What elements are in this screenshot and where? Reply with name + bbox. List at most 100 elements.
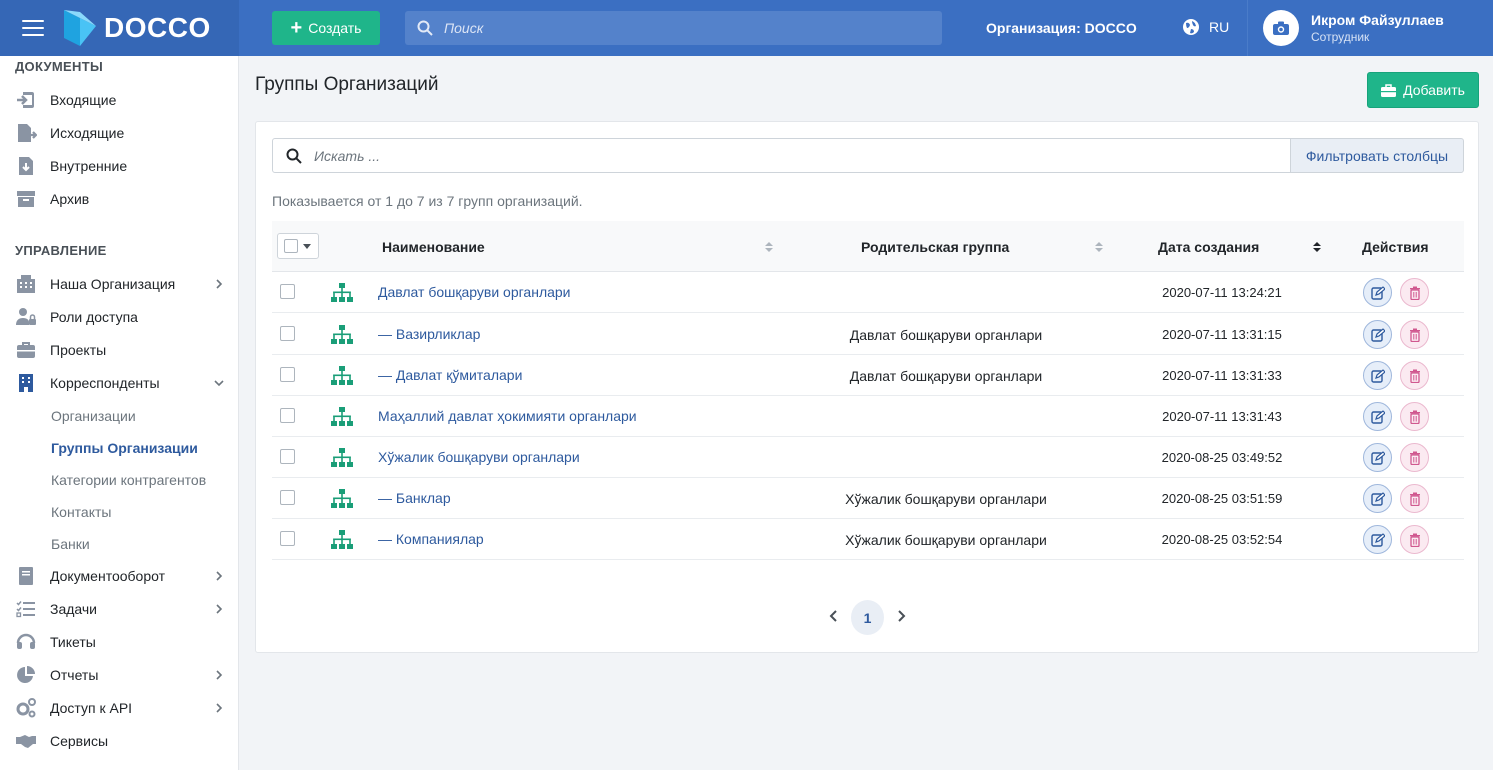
group-name-link[interactable]: Маҳаллий давлат ҳокимияти органлари <box>378 408 637 424</box>
sidebar-item-document-flow[interactable]: Документооборот <box>0 562 238 590</box>
sidebar-item-internal[interactable]: Внутренние <box>0 152 238 180</box>
edit-button[interactable] <box>1363 320 1392 349</box>
row-checkbox[interactable] <box>280 284 295 299</box>
group-name-link[interactable]: — Компаниялар <box>378 531 484 547</box>
trash-icon <box>1409 533 1420 547</box>
parent-group: Хўжалик бошқаруви органлари <box>845 532 1047 548</box>
logo[interactable]: DOCCO <box>62 8 211 48</box>
edit-button[interactable] <box>1363 525 1392 554</box>
group-name-link[interactable]: — Вазирликлар <box>378 326 480 342</box>
trash-icon <box>1409 451 1420 465</box>
avatar <box>1263 10 1299 46</box>
sidebar-subitem-contractor-categories[interactable]: Категории контрагентов <box>51 472 216 488</box>
file-out-icon <box>18 124 37 142</box>
trash-icon <box>1409 369 1420 383</box>
search-icon <box>286 148 302 164</box>
sidebar-subitem-organizations[interactable]: Организации <box>51 408 216 424</box>
sort-icon[interactable] <box>1095 241 1103 253</box>
sidebar-subitem-banks[interactable]: Банки <box>51 536 216 552</box>
results-summary: Показывается от 1 до 7 из 7 групп органи… <box>272 193 583 209</box>
sidebar-item-correspondents[interactable]: Корреспонденты <box>0 369 238 397</box>
sidebar-item-label: Входящие <box>50 92 117 108</box>
bulk-select-dropdown[interactable] <box>277 233 319 259</box>
sidebar-item-outgoing[interactable]: Исходящие <box>0 119 238 147</box>
row-checkbox[interactable] <box>280 490 295 505</box>
edit-button[interactable] <box>1363 361 1392 390</box>
edit-button[interactable] <box>1363 402 1392 431</box>
edit-button[interactable] <box>1363 443 1392 472</box>
sidebar-subitem-organization-groups[interactable]: Группы Организации <box>51 440 216 456</box>
sidebar-subitem-contacts[interactable]: Контакты <box>51 504 216 520</box>
sidebar-item-services[interactable]: Сервисы <box>0 727 238 755</box>
delete-button[interactable] <box>1400 484 1429 513</box>
sidebar-item-label: Задачи <box>50 601 98 617</box>
table-search <box>272 138 1291 173</box>
user-menu[interactable]: Икром Файзуллаев Сотрудник <box>1247 0 1493 56</box>
row-checkbox[interactable] <box>280 449 295 464</box>
delete-button[interactable] <box>1400 443 1429 472</box>
chevron-left-icon[interactable] <box>828 609 840 623</box>
add-button[interactable]: Добавить <box>1367 72 1479 108</box>
organization-label[interactable]: Организация: DOCCO <box>986 20 1137 36</box>
chevron-right-icon <box>216 279 223 289</box>
edit-icon <box>1370 285 1385 300</box>
delete-button[interactable] <box>1400 278 1429 307</box>
sidebar-item-tickets[interactable]: Тикеты <box>0 628 238 656</box>
row-checkbox[interactable] <box>280 367 295 382</box>
sidebar-item-label: Доступ к API <box>50 700 133 716</box>
sidebar-item-projects[interactable]: Проекты <box>0 336 238 364</box>
sidebar-item-label: Проекты <box>50 342 107 358</box>
table-row: — Давлат қўмиталари Давлат бошқаруви орга… <box>272 355 1464 396</box>
create-button[interactable]: + Создать <box>272 11 380 45</box>
row-checkbox[interactable] <box>280 408 295 423</box>
sidebar-item-reports[interactable]: Отчеты <box>0 661 238 689</box>
filter-columns-button[interactable]: Фильтровать столбцы <box>1290 138 1464 173</box>
group-name-link[interactable]: — Банклар <box>378 490 451 506</box>
edit-button[interactable] <box>1363 278 1392 307</box>
group-name-link[interactable]: — Давлат қўмиталари <box>378 367 522 383</box>
delete-button[interactable] <box>1400 320 1429 349</box>
tasks-icon <box>16 601 35 618</box>
sidebar-item-label: Тикеты <box>50 634 96 650</box>
hamburger-menu-icon[interactable] <box>22 20 44 36</box>
chevron-right-icon[interactable] <box>895 609 907 623</box>
table-row: Давлат бошқаруви органлари 2020-07-11 13:… <box>272 272 1464 313</box>
delete-button[interactable] <box>1400 361 1429 390</box>
trash-icon <box>1409 410 1420 424</box>
language-switcher[interactable]: RU <box>1182 18 1229 36</box>
building-icon <box>17 275 35 293</box>
sidebar-item-api-access[interactable]: Доступ к API <box>0 694 238 722</box>
group-name-link[interactable]: Хўжалик бошқаруви органлари <box>378 449 580 465</box>
sitemap-icon <box>331 448 353 467</box>
edit-button[interactable] <box>1363 484 1392 513</box>
cogs-icon <box>16 698 36 718</box>
sort-icon[interactable] <box>765 241 773 253</box>
page-button-current[interactable]: 1 <box>851 600 884 635</box>
sidebar-item-label: Наша Организация <box>50 276 176 292</box>
brand-area: DOCCO <box>0 0 239 56</box>
delete-button[interactable] <box>1400 525 1429 554</box>
user-role: Сотрудник <box>1311 30 1370 44</box>
sidebar: ДОКУМЕНТЫ Входящие Исходящие Внутренние … <box>0 56 239 770</box>
column-header-created[interactable]: Дата создания <box>1158 239 1259 255</box>
global-search <box>405 11 942 45</box>
user-name: Икром Файзуллаев <box>1311 12 1444 28</box>
edit-icon <box>1370 532 1385 547</box>
column-header-parent[interactable]: Родительская группа <box>861 239 1009 255</box>
sidebar-item-our-organization[interactable]: Наша Организация <box>0 270 238 298</box>
sidebar-item-archive[interactable]: Архив <box>0 185 238 213</box>
sidebar-item-tasks[interactable]: Задачи <box>0 595 238 623</box>
sidebar-item-access-roles[interactable]: Роли доступа <box>0 303 238 331</box>
column-header-actions: Действия <box>1362 239 1429 255</box>
delete-button[interactable] <box>1400 402 1429 431</box>
global-search-input[interactable] <box>444 20 924 36</box>
row-checkbox[interactable] <box>280 326 295 341</box>
row-checkbox[interactable] <box>280 531 295 546</box>
sort-icon-active[interactable] <box>1313 241 1321 253</box>
sidebar-item-incoming[interactable]: Входящие <box>0 86 238 114</box>
trash-icon <box>1409 286 1420 300</box>
column-header-name[interactable]: Наименование <box>382 239 485 255</box>
select-all-checkbox[interactable] <box>284 239 298 253</box>
table-search-input[interactable] <box>314 147 1264 164</box>
group-name-link[interactable]: Давлат бошқаруви органлари <box>378 284 571 300</box>
